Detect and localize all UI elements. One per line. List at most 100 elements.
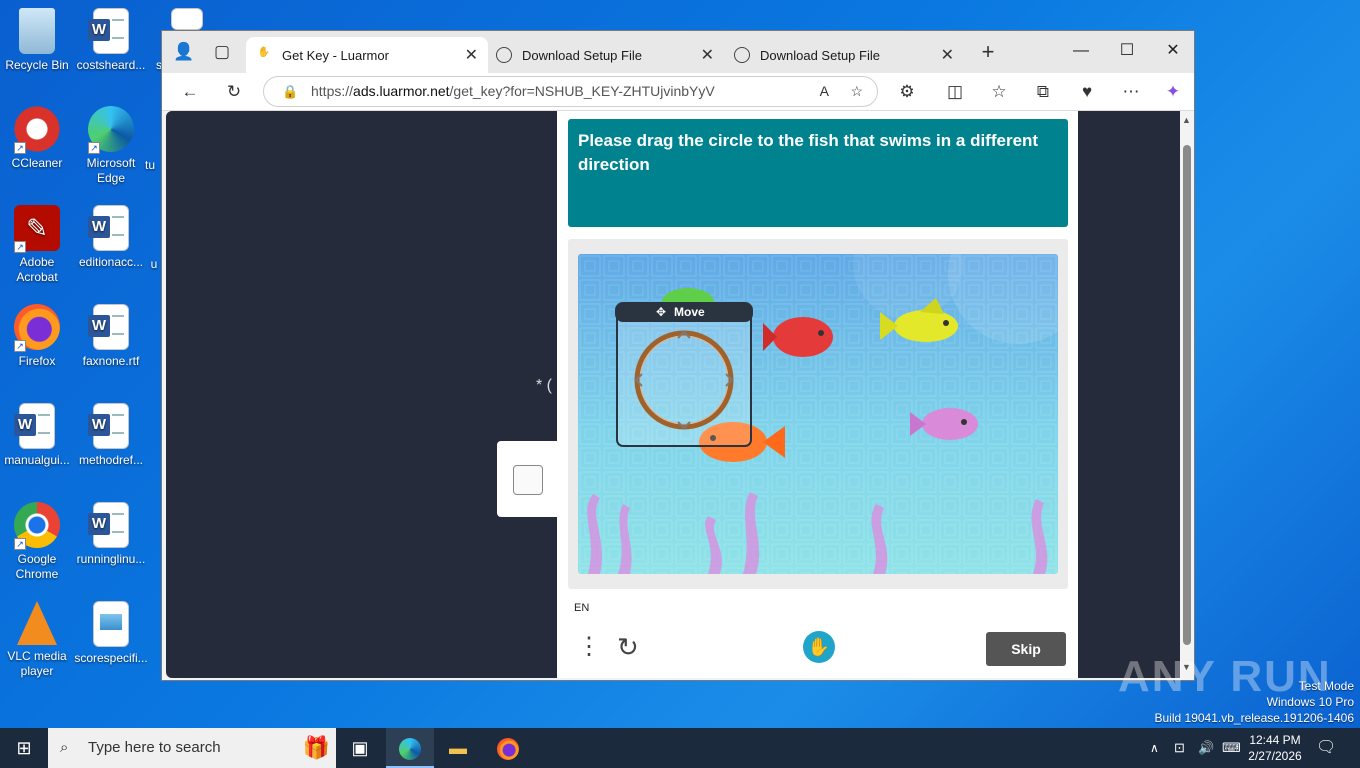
page-content: * ( Please drag the circle to the fish t… — [166, 111, 1181, 678]
vlc-icon — [17, 601, 57, 645]
partial-text: * ( — [536, 377, 552, 394]
navigation-toolbar: ← ↻ 🔒 https://ads.luarmor.net/get_key?fo… — [162, 73, 1194, 111]
copilot-icon[interactable]: ✦ — [1159, 79, 1187, 105]
desktop-icon-ccleaner[interactable]: ↗ CCleaner — [0, 106, 74, 171]
refresh-icon[interactable]: ↻ — [220, 79, 248, 105]
extensions-icon[interactable]: ⚙ — [893, 79, 921, 105]
keyboard-icon[interactable]: ⌨ — [1222, 728, 1241, 768]
word-document-icon: W — [88, 8, 129, 54]
refresh-challenge-icon[interactable]: ↻ — [617, 633, 639, 661]
luarmor-icon: ✋ — [257, 47, 271, 58]
search-icon: ⌕ — [60, 739, 69, 756]
word-document-icon: W — [88, 304, 129, 350]
captcha-checkbox-card — [497, 441, 557, 517]
captcha-footer: ⋮ ↻ ✋ Skip — [557, 623, 1078, 678]
word-document-icon: W — [88, 403, 129, 449]
skip-button[interactable]: Skip — [986, 632, 1066, 666]
split-screen-icon[interactable]: ◫ — [941, 79, 969, 105]
desktop-icon-acrobat[interactable]: ✎ ↗ Adobe Acrobat — [0, 205, 74, 285]
taskbar-search[interactable]: ⌕ Type here to search 🎁 — [48, 728, 336, 768]
taskbar-firefox-icon[interactable] — [484, 728, 532, 768]
captcha-prompt: Please drag the circle to the fish that … — [568, 119, 1068, 227]
show-hidden-icons-icon[interactable]: ∧ — [1150, 728, 1159, 768]
tab-download-setup-2[interactable]: Download Setup File ✕ — [724, 37, 964, 73]
tab-actions-icon[interactable]: ▢ — [208, 39, 236, 65]
favorites-icon[interactable]: ☆ — [985, 79, 1013, 105]
close-window-button[interactable]: ✕ — [1150, 31, 1196, 71]
test-mode-text: Test Mode Windows 10 Pro Build 19041.vb_… — [1154, 679, 1355, 725]
network-icon[interactable]: ⊡ — [1174, 728, 1185, 768]
close-tab-icon[interactable]: ✕ — [941, 45, 954, 65]
maximize-button[interactable]: ☐ — [1104, 31, 1150, 71]
desktop-icon-methodref[interactable]: W methodref... — [74, 403, 148, 468]
move-label: Move — [674, 305, 705, 319]
ccleaner-icon: ↗ — [14, 106, 60, 154]
browser-essentials-icon[interactable]: ♥ — [1073, 79, 1101, 105]
desktop-partial-label-a: tu — [144, 158, 155, 172]
notifications-icon[interactable]: 🗨 — [1316, 728, 1336, 768]
tab-title: Download Setup File — [760, 47, 880, 63]
drag-box: ✥ Move — [615, 302, 753, 447]
tab-title: Get Key - Luarmor — [282, 47, 389, 63]
desktop-icon-firefox[interactable]: ↗ Firefox — [0, 304, 74, 369]
page-scrollbar[interactable]: ▲ ▼ — [1180, 111, 1194, 678]
desktop-icon-editionacc[interactable]: W editionacc... — [74, 205, 148, 270]
task-view-icon[interactable]: ▣ — [336, 728, 384, 768]
favorite-star-icon[interactable]: ☆ — [850, 77, 863, 106]
start-button[interactable]: ⊞ — [0, 728, 48, 768]
close-tab-icon[interactable]: ✕ — [701, 45, 714, 65]
scrollbar-thumb[interactable] — [1183, 145, 1191, 645]
gift-icon: 🎁 — [302, 735, 330, 760]
edge-icon: ↗ — [88, 106, 134, 154]
browser-window: 👤 ▢ ✋ Get Key - Luarmor ✕ Download Setup… — [161, 30, 1195, 681]
word-document-icon: W — [88, 205, 129, 251]
chrome-icon: ↗ — [14, 502, 60, 550]
scroll-up-arrow-icon[interactable]: ▲ — [1182, 115, 1191, 125]
profile-icon[interactable]: 👤 — [170, 39, 198, 65]
captcha-checkbox[interactable] — [513, 465, 543, 495]
minimize-button[interactable]: — — [1058, 31, 1104, 71]
tab-download-setup-1[interactable]: Download Setup File ✕ — [486, 37, 724, 73]
desktop-icon-chrome[interactable]: ↗ Google Chrome — [0, 502, 74, 582]
svg-text:✥: ✥ — [656, 305, 666, 319]
desktop-icon-scorespecifi[interactable]: scorespecifi... — [74, 601, 148, 666]
collections-icon[interactable]: ⧉ — [1029, 79, 1057, 105]
new-tab-icon[interactable]: + — [974, 39, 1002, 65]
firefox-icon: ↗ — [14, 304, 60, 352]
desktop-icon-edge[interactable]: ↗ Microsoft Edge — [74, 106, 148, 186]
address-bar[interactable]: 🔒 https://ads.luarmor.net/get_key?for=NS… — [263, 76, 878, 107]
read-aloud-icon[interactable]: A — [820, 77, 829, 106]
desktop-icon-runninglinu[interactable]: W runninglinu... — [74, 502, 148, 567]
hcaptcha-logo-icon: ✋ — [803, 631, 835, 663]
image-file-icon — [93, 601, 129, 647]
clock[interactable]: 12:44 PM 2/27/2026 — [1244, 732, 1306, 764]
taskbar: ⊞ ⌕ Type here to search 🎁 ▣ ▬ ∧ ⊡ 🔊 ⌨ 12… — [0, 728, 1360, 768]
captcha-challenge-area: ✥ Move — [568, 239, 1068, 589]
globe-icon — [496, 47, 512, 63]
word-document-icon: W — [14, 403, 55, 449]
close-tab-icon[interactable]: ✕ — [465, 45, 478, 65]
tab-bar: 👤 ▢ ✋ Get Key - Luarmor ✕ Download Setup… — [162, 31, 1194, 73]
recycle-bin-icon — [19, 8, 55, 54]
desktop-icon-recycle-bin[interactable]: Recycle Bin — [0, 8, 74, 73]
more-options-icon[interactable]: ⋯ — [1117, 79, 1145, 105]
tab-get-key[interactable]: ✋ Get Key - Luarmor ✕ — [246, 37, 488, 73]
desktop-icon-manualgui[interactable]: W manualgui... — [0, 403, 74, 468]
taskbar-edge-icon[interactable] — [386, 728, 434, 768]
file-explorer-icon[interactable]: ▬ — [434, 728, 482, 768]
desktop-partial-label-b: u — [150, 257, 158, 271]
back-icon[interactable]: ← — [176, 79, 204, 105]
globe-icon — [734, 47, 750, 63]
captcha-dialog: Please drag the circle to the fish that … — [557, 111, 1078, 678]
word-document-icon: W — [88, 502, 129, 548]
tab-title: Download Setup File — [522, 47, 642, 63]
lock-icon: 🔒 — [282, 84, 299, 99]
volume-icon[interactable]: 🔊 — [1198, 728, 1214, 768]
acrobat-icon: ✎ ↗ — [14, 205, 60, 253]
desktop-icon-vlc[interactable]: VLC media player — [0, 601, 74, 679]
language-selector[interactable]: EN — [574, 602, 589, 614]
desktop-icon-costsheard[interactable]: W costsheard... — [74, 8, 148, 73]
captcha-image[interactable]: ✥ Move — [578, 254, 1058, 574]
desktop-icon-faxnone[interactable]: W faxnone.rtf — [74, 304, 148, 369]
menu-dots-icon[interactable]: ⋮ — [577, 633, 601, 661]
